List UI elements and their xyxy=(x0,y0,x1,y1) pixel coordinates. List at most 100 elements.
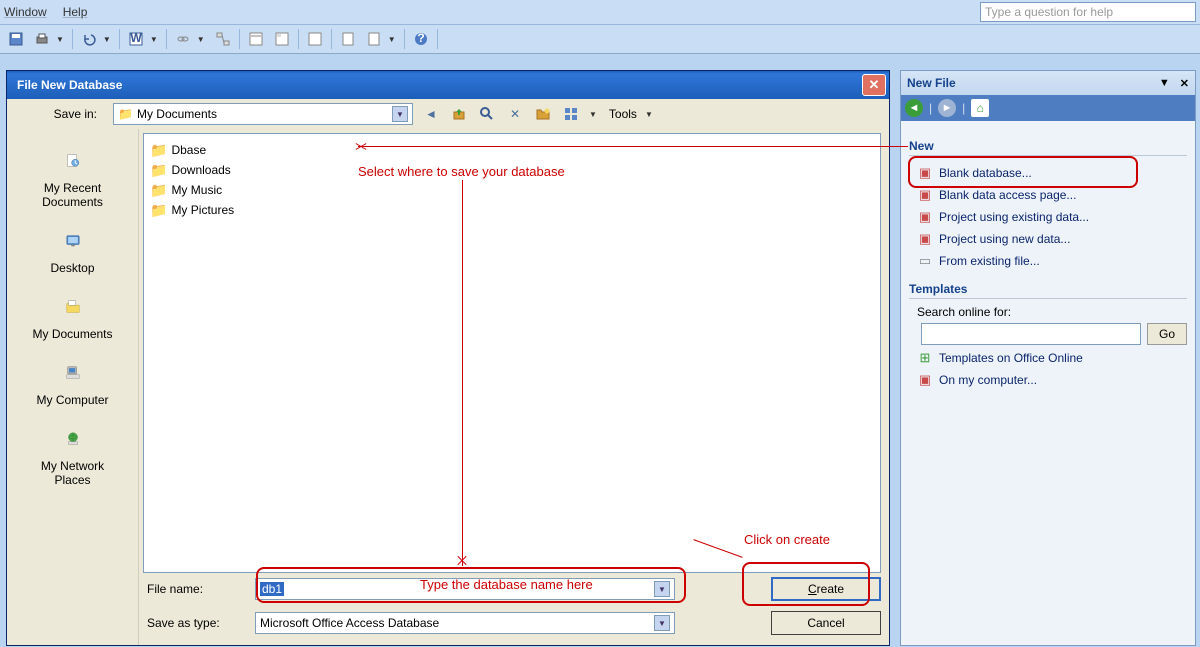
link-text: Templates on Office Online xyxy=(939,351,1083,365)
chevron-down-icon[interactable]: ▼ xyxy=(654,615,670,631)
folder-icon: 📁 xyxy=(150,162,167,179)
link-blank-page[interactable]: ▣ Blank data access page... xyxy=(909,184,1187,206)
help-search-placeholder: Type a question for help xyxy=(985,5,1113,19)
place-label: My Recent Documents xyxy=(22,181,124,209)
cancel-button[interactable]: Cancel xyxy=(771,611,881,635)
menu-help[interactable]: Help xyxy=(63,5,88,19)
back-icon[interactable]: ◄ xyxy=(421,104,441,124)
folder-icon: 📁 xyxy=(150,202,167,219)
section-templates: Templates xyxy=(909,282,1187,299)
up-icon[interactable] xyxy=(449,104,469,124)
list-item[interactable]: 📁 Dbase xyxy=(150,140,874,160)
taskpane-title: New File xyxy=(907,76,956,90)
script-icon[interactable] xyxy=(336,27,360,51)
dialog-top-row: Save in: 📁 My Documents ▼ ◄ ✕ ▼ Tools ▼ xyxy=(7,99,889,129)
place-label: Desktop xyxy=(50,261,94,275)
place-mydocs[interactable]: My Documents xyxy=(18,285,128,345)
undo-icon[interactable] xyxy=(77,27,101,51)
link-project-existing[interactable]: ▣ Project using existing data... xyxy=(909,206,1187,228)
network-icon xyxy=(53,421,93,457)
help-icon[interactable]: ? xyxy=(409,27,433,51)
saveas-label: Save as type: xyxy=(147,616,247,630)
list-item[interactable]: 📁Downloads xyxy=(150,160,874,180)
help-search-box[interactable]: Type a question for help xyxy=(980,2,1196,22)
dropdown-arrow-icon[interactable]: ▼ xyxy=(103,35,115,44)
place-desktop[interactable]: Desktop xyxy=(18,219,128,279)
module-icon[interactable] xyxy=(362,27,386,51)
close-icon[interactable]: ✕ xyxy=(862,74,886,96)
link-text: Blank database... xyxy=(939,166,1032,180)
place-label: My Computer xyxy=(36,393,108,407)
link-office-online[interactable]: ⊞Templates on Office Online xyxy=(909,347,1187,369)
folder-icon: 📁 xyxy=(150,142,167,159)
folder-icon: 📁 xyxy=(150,182,167,199)
svg-text:W: W xyxy=(130,31,142,45)
nav-back-icon[interactable]: ◄ xyxy=(905,99,923,117)
close-icon[interactable]: ✕ xyxy=(1180,77,1189,90)
savein-label: Save in: xyxy=(15,107,105,121)
link-from-existing[interactable]: ▭From existing file... xyxy=(909,250,1187,272)
places-bar: My Recent Documents Desktop My Documents… xyxy=(7,129,139,645)
link-blank-database[interactable]: ▣Blank database... xyxy=(909,162,1187,184)
folder-name: My Pictures xyxy=(171,203,234,217)
search-icon[interactable] xyxy=(477,104,497,124)
new-folder-icon[interactable] xyxy=(533,104,553,124)
views-icon[interactable] xyxy=(561,104,581,124)
chevron-down-icon[interactable]: ▼ xyxy=(392,106,408,122)
saveas-value: Microsoft Office Access Database xyxy=(260,616,439,630)
list-item[interactable]: 📁 My Music xyxy=(150,180,874,200)
db-icon: ▣ xyxy=(917,209,933,225)
link-icon[interactable] xyxy=(171,27,195,51)
home-icon[interactable]: ⌂ xyxy=(971,99,989,117)
place-recent[interactable]: My Recent Documents xyxy=(18,139,128,213)
place-label: My Documents xyxy=(32,327,112,341)
chevron-down-icon[interactable]: ▼ xyxy=(654,581,670,597)
filename-input[interactable]: db1▼ xyxy=(255,578,675,600)
nav-forward-icon[interactable]: ► xyxy=(938,99,956,117)
create-button[interactable]: Create xyxy=(771,577,881,601)
place-mycomputer[interactable]: My Computer xyxy=(18,351,128,411)
dropdown-arrow-icon[interactable]: ▼ xyxy=(589,110,601,119)
section-new: New xyxy=(909,139,1187,156)
dropdown-arrow-icon[interactable]: ▼ xyxy=(388,35,400,44)
list-item[interactable]: 📁 My Pictures xyxy=(150,200,874,220)
recent-docs-icon xyxy=(53,143,93,179)
dropdown-arrow-icon[interactable]: ▼ xyxy=(645,110,657,119)
save-icon[interactable] xyxy=(4,27,28,51)
template-search-input[interactable] xyxy=(921,323,1141,345)
link-text: From existing file... xyxy=(939,254,1040,268)
properties-icon[interactable] xyxy=(244,27,268,51)
go-button[interactable]: Go xyxy=(1147,323,1187,345)
word-icon[interactable]: W xyxy=(124,27,148,51)
dropdown-arrow-icon[interactable]: ▼ xyxy=(150,35,162,44)
new-file-taskpane: New File ▼ ✕ ◄ | ► | ⌂ New ▣Blank databa… xyxy=(900,70,1196,646)
print-icon[interactable] xyxy=(30,27,54,51)
delete-icon[interactable]: ✕ xyxy=(505,104,525,124)
chevron-down-icon[interactable]: ▼ xyxy=(1159,77,1170,89)
dropdown-arrow-icon[interactable]: ▼ xyxy=(56,35,68,44)
link-text: Project using existing data... xyxy=(939,210,1089,224)
folder-icon: 📁 xyxy=(118,107,133,121)
menu-window[interactable]: Window xyxy=(4,5,47,19)
link-on-computer[interactable]: ▣On my computer... xyxy=(909,369,1187,391)
dialog-titlebar: File New Database ✕ xyxy=(7,71,889,99)
taskpane-nav: ◄ | ► | ⌂ xyxy=(901,95,1195,121)
file-list[interactable]: 📁 Dbase 📁Downloads 📁 My Music 📁 My Pictures xyxy=(143,133,881,573)
savein-combo[interactable]: 📁 My Documents ▼ xyxy=(113,103,413,125)
db-icon: ▣ xyxy=(917,187,933,203)
link-text: Project using new data... xyxy=(939,232,1070,246)
link-project-new[interactable]: ▣Project using new data... xyxy=(909,228,1187,250)
relationship-icon[interactable] xyxy=(211,27,235,51)
dropdown-arrow-icon[interactable]: ▼ xyxy=(197,35,209,44)
saveas-combo[interactable]: Microsoft Office Access Database ▼ xyxy=(255,612,675,634)
place-network[interactable]: My Network Places xyxy=(18,417,128,491)
form-icon[interactable] xyxy=(270,27,294,51)
tools-menu[interactable]: Tools xyxy=(609,107,637,121)
place-label: My Network Places xyxy=(22,459,124,487)
mydocs-icon xyxy=(53,289,93,325)
code-icon[interactable] xyxy=(303,27,327,51)
folder-name: My Music xyxy=(171,183,222,197)
link-text: Blank data access page... xyxy=(939,188,1076,202)
toolbar: ▼ ▼ W ▼ ▼ ▼ ? xyxy=(0,24,1200,54)
folder-name: Dbase xyxy=(171,143,206,157)
